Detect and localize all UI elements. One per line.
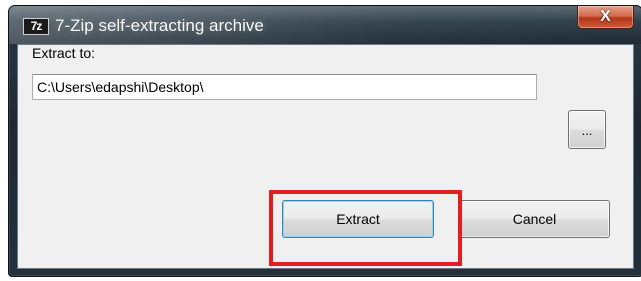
title-bar[interactable]: 7z 7-Zip self-extracting archive X (9, 6, 641, 44)
browse-button[interactable]: ... (568, 110, 606, 149)
close-button[interactable]: X (577, 6, 634, 29)
extract-to-label: Extract to: (32, 45, 96, 61)
extract-button[interactable]: Extract (282, 200, 434, 238)
cancel-button[interactable]: Cancel (459, 200, 610, 238)
window-title: 7-Zip self-extracting archive (55, 16, 264, 35)
7zip-app-icon: 7z (23, 18, 49, 35)
extract-path-input[interactable] (32, 74, 537, 100)
